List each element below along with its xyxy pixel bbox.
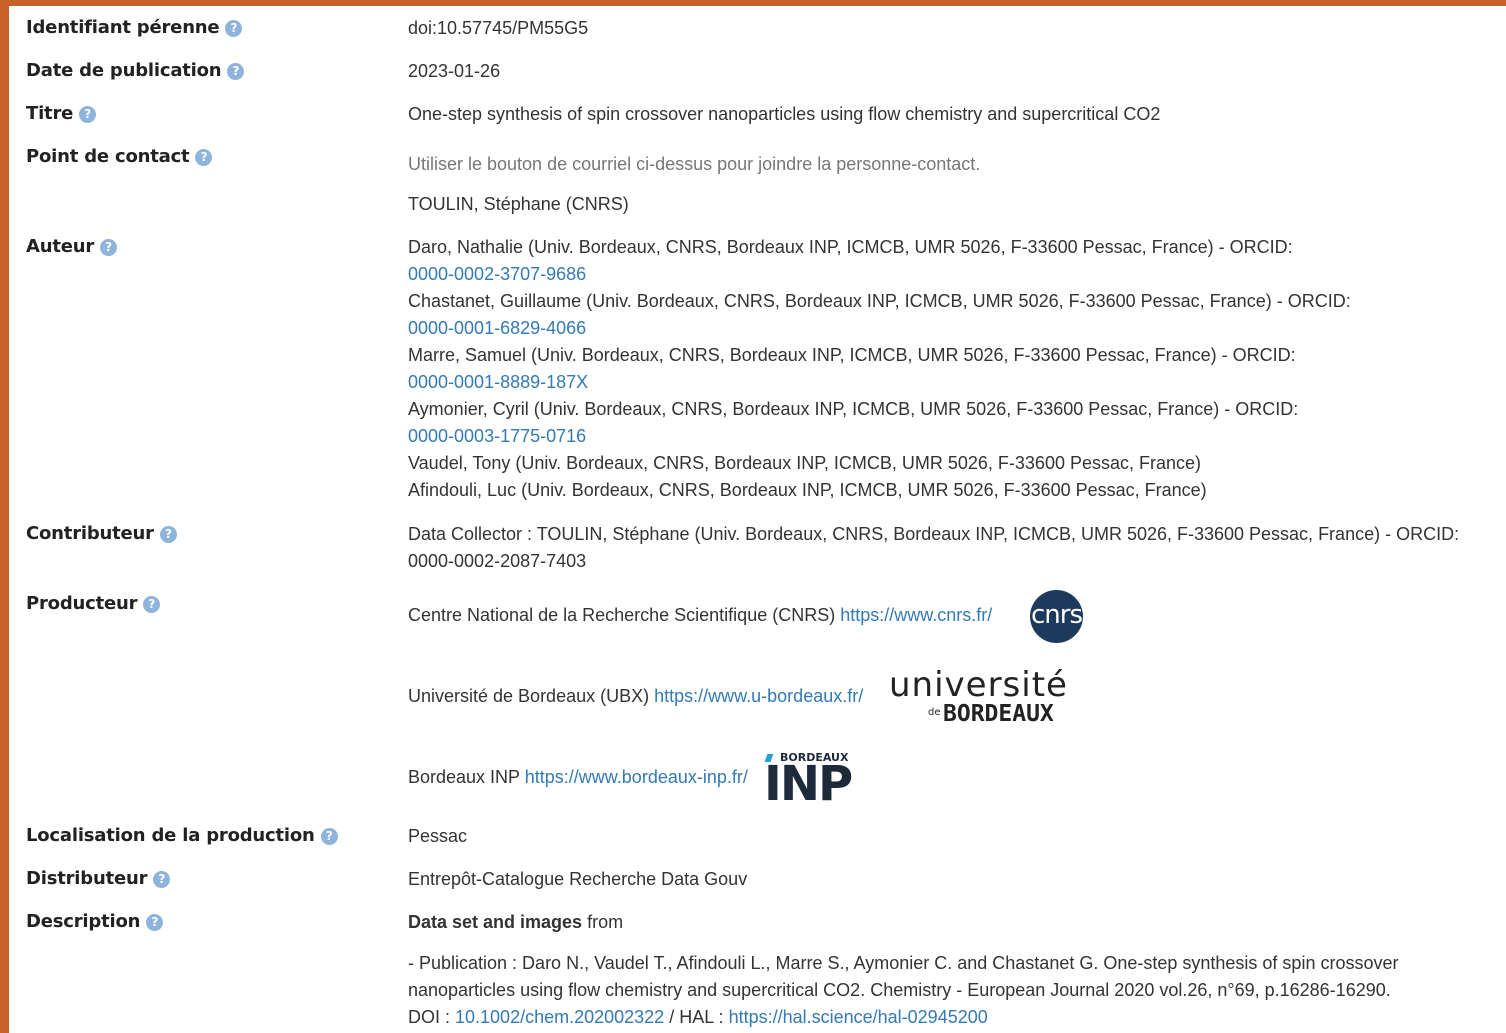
label-identifier: Identifiant pérenne? [26,17,243,38]
help-icon[interactable]: ? [320,828,338,845]
description-body: - Publication : Daro N., Vaudel T., Afin… [408,950,1398,1031]
contact-note: Utiliser le bouton de courriel ci-dessus… [408,154,981,174]
help-icon[interactable]: ? [159,526,177,543]
author-name: Aymonier, Cyril (Univ. Bordeaux, CNRS, B… [408,399,1299,419]
description-rest: from [582,912,624,932]
value-contact: TOULIN, Stéphane (CNRS) [408,194,629,214]
producer-link[interactable]: https://www.u-bordeaux.fr/ [654,686,863,706]
author-list: Daro, Nathalie (Univ. Bordeaux, CNRS, Bo… [408,234,1351,504]
cnrs-logo-text: cnrs [1030,600,1083,630]
label-producer: Producteur? [26,593,161,614]
cnrs-logo[interactable]: cnrs [1030,590,1083,643]
contributor-line: Data Collector : TOULIN, Stéphane (Univ.… [408,524,1460,544]
producer-name: Université de Bordeaux (UBX) [408,686,650,706]
orcid-link[interactable]: 0000-0003-1775-0716 [408,426,586,446]
value-contributor: Data Collector : TOULIN, Stéphane (Univ.… [408,521,1459,575]
description-links: DOI : 10.1002/chem.202002322 / HAL : htt… [408,1004,1398,1031]
help-icon[interactable]: ? [146,914,164,931]
author-name: Marre, Samuel (Univ. Bordeaux, CNRS, Bor… [408,345,1296,365]
orcid-link[interactable]: 0000-0001-8889-187X [408,372,588,392]
producer-inp: Bordeaux INP https://www.bordeaux-inp.fr… [408,764,748,791]
author-name: Vaudel, Tony (Univ. Bordeaux, CNRS, Bord… [408,453,1202,473]
producer-cnrs: Centre National de la Recherche Scientif… [408,602,992,629]
help-icon[interactable]: ? [225,20,243,37]
description-bold: Data set and images [408,912,583,932]
description-line: - Publication : Daro N., Vaudel T., Afin… [408,953,1399,973]
help-icon[interactable]: ? [79,106,97,123]
label-location: Localisation de la production? [26,825,338,846]
value-location: Pessac [408,826,468,846]
ubx-logo-top: université [889,665,1068,705]
label-title: Titre? [26,103,97,124]
label-pubdate: Date de publication? [26,60,245,81]
value-identifier: doi:10.57745/PM55G5 [408,18,589,38]
label-contributor: Contributeur? [26,523,177,544]
hal-link[interactable]: https://hal.science/hal-02945200 [729,1007,988,1027]
ubx-logo-de: de [928,707,941,718]
value-distributor: Entrepôt-Catalogue Recherche Data Gouv [408,869,748,889]
author-name: Afindouli, Luc (Univ. Bordeaux, CNRS, Bo… [408,480,1207,500]
doi-prefix: DOI : [408,1007,456,1027]
help-icon[interactable]: ? [153,871,171,888]
inp-logo[interactable]: BORDEAUX INP [764,751,860,812]
help-icon[interactable]: ? [195,149,213,166]
ubx-logo[interactable]: université de BORDEAUX [889,667,1079,729]
label-contact: Point de contact? [26,146,213,167]
hal-prefix: / HAL : [664,1007,729,1027]
doi-link[interactable]: 10.1002/chem.202002322 [455,1007,664,1027]
producer-name: Centre National de la Recherche Scientif… [408,605,836,625]
value-pubdate: 2023-01-26 [408,61,501,81]
orcid-link[interactable]: 0000-0002-3707-9686 [408,264,586,284]
producer-name: Bordeaux INP [408,767,520,787]
label-authors: Auteur? [26,236,118,257]
ubx-logo-bottom: BORDEAUX [943,701,1054,727]
author-name: Daro, Nathalie (Univ. Bordeaux, CNRS, Bo… [408,237,1293,257]
label-description: Description? [26,911,164,932]
help-icon[interactable]: ? [143,596,161,613]
producer-link[interactable]: https://www.cnrs.fr/ [840,605,992,625]
inp-logo-bottom: INP [764,756,853,812]
label-distributor: Distributeur? [26,868,171,889]
contributor-orcid: 0000-0002-2087-7403 [408,551,587,571]
producer-ubx: Université de Bordeaux (UBX) https://www… [408,683,863,710]
description-heading: Data set and images from [408,909,623,936]
author-name: Chastanet, Guillaume (Univ. Bordeaux, CN… [408,291,1351,311]
producer-link[interactable]: https://www.bordeaux-inp.fr/ [525,767,748,787]
description-line: nanoparticles using flow chemistry and s… [408,980,1391,1000]
help-icon[interactable]: ? [100,239,118,256]
value-title: One-step synthesis of spin crossover nan… [408,104,1161,124]
help-icon[interactable]: ? [227,63,245,80]
orcid-link[interactable]: 0000-0001-6829-4066 [408,318,586,338]
